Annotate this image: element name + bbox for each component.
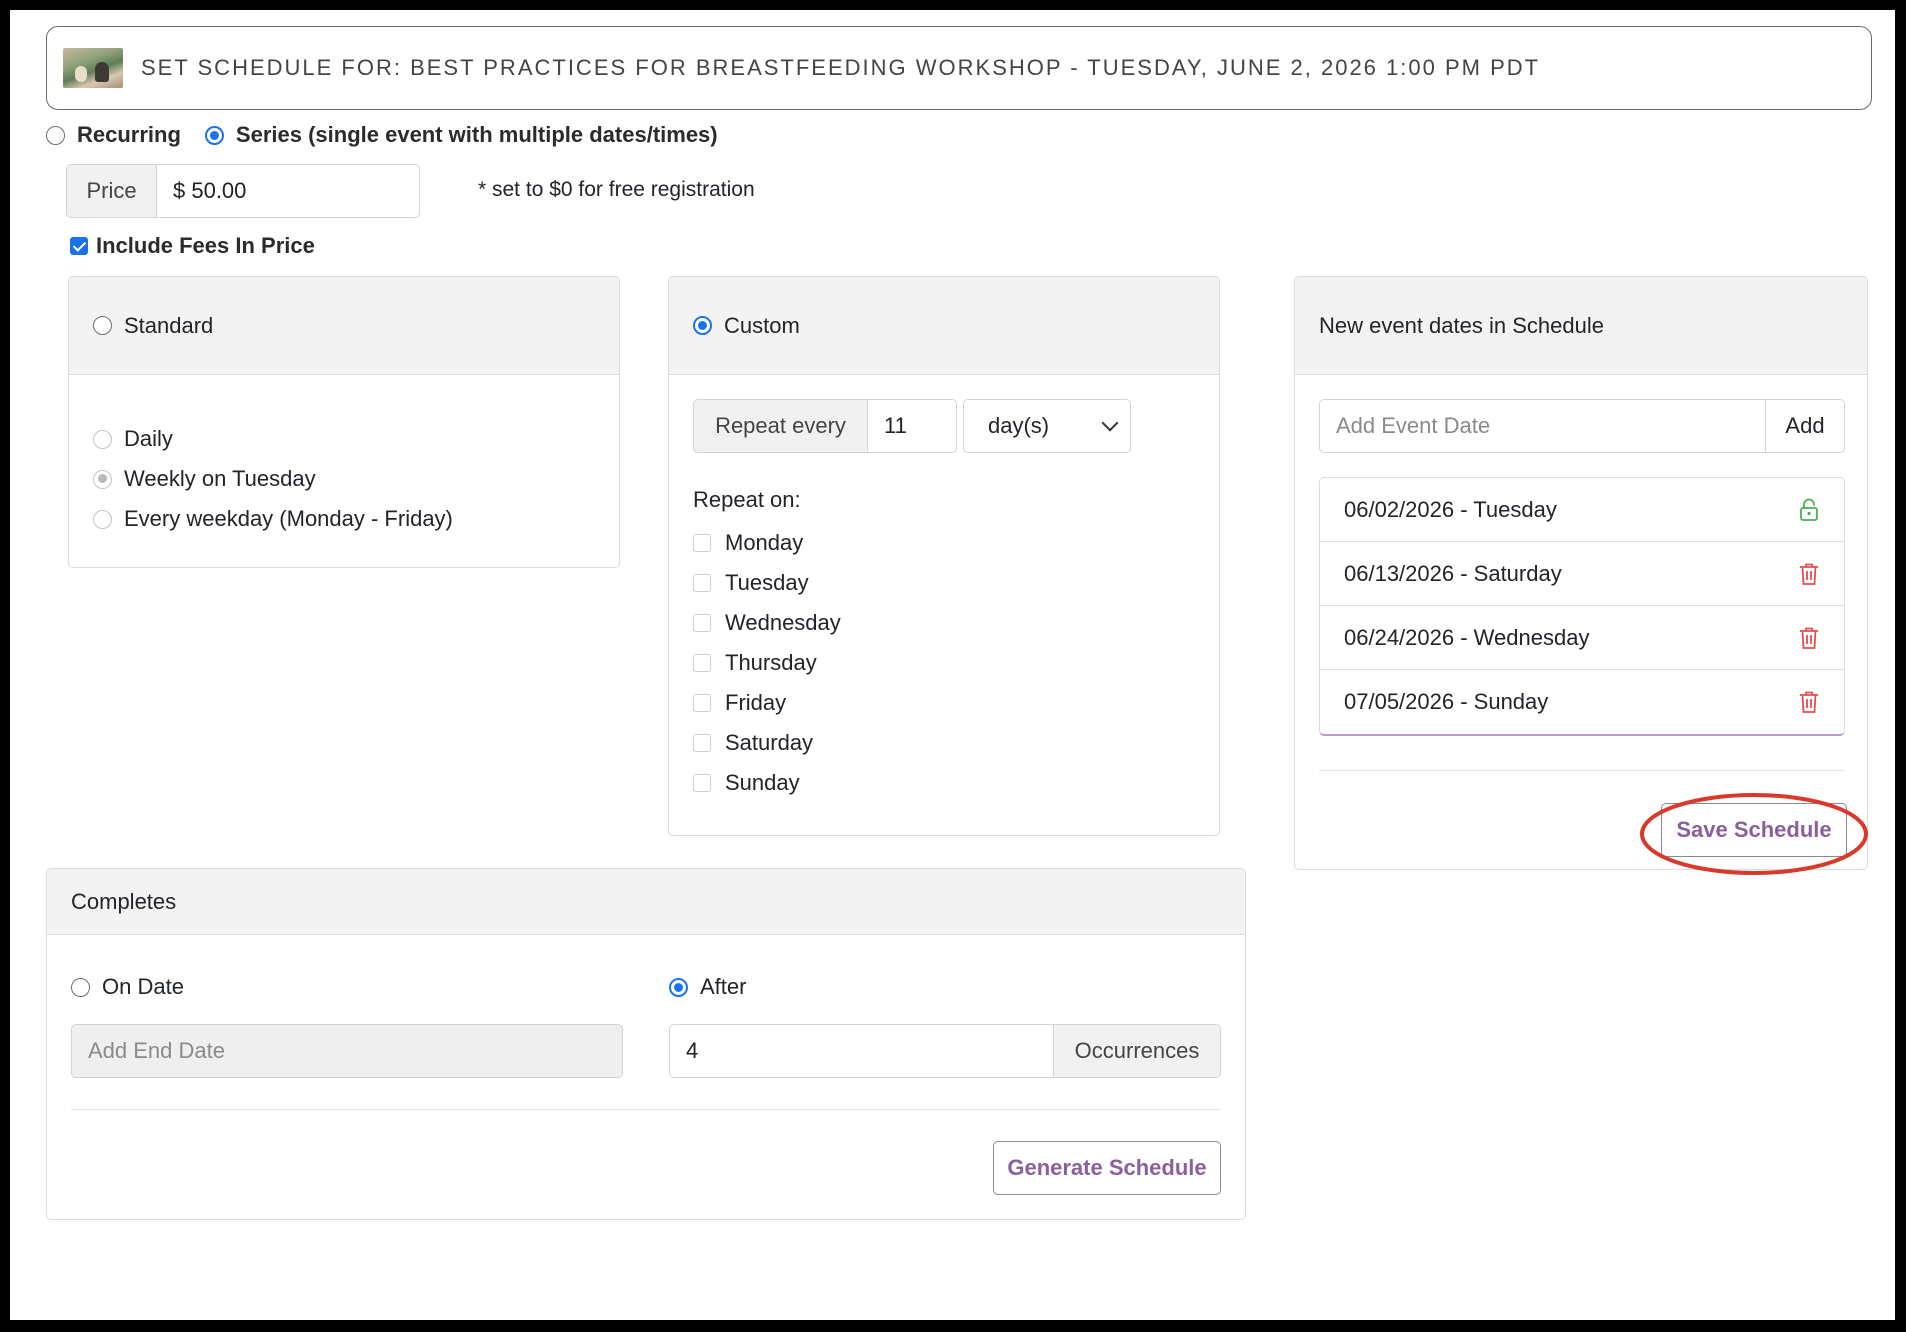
event-date-label: 07/05/2026 - Sunday — [1344, 689, 1549, 714]
chevron-down-icon — [1101, 414, 1119, 432]
price-note: * set to $0 for free registration — [478, 178, 755, 201]
completes-card: Completes On Date Add End Date After 4 O… — [46, 868, 1246, 1220]
schedule-type-group: Recurring Series (single event with mult… — [46, 122, 718, 148]
custom-card-header: Custom — [669, 277, 1219, 375]
standard-card-header: Standard — [69, 277, 619, 375]
day-checkbox[interactable] — [693, 534, 711, 552]
event-dates-header: New event dates in Schedule — [1295, 277, 1867, 375]
standard-option-label: Weekly on Tuesday — [124, 466, 316, 491]
on-date-label: On Date — [102, 974, 184, 999]
day-option-monday[interactable]: Monday — [693, 523, 841, 563]
day-label: Monday — [725, 530, 804, 555]
repeat-on-label: Repeat on: — [693, 487, 801, 512]
list-item: 06/02/2026 - Tuesday — [1320, 478, 1844, 542]
day-label: Sunday — [725, 770, 800, 795]
repeat-every-group: Repeat every 11 — [693, 399, 957, 453]
add-event-date-group: Add Event Date Add — [1319, 399, 1845, 453]
day-checkbox[interactable] — [693, 654, 711, 672]
occurrences-group: 4 Occurrences — [669, 1024, 1221, 1078]
day-label: Saturday — [725, 730, 814, 755]
event-dates-card: New event dates in Schedule Add Event Da… — [1294, 276, 1868, 870]
event-date-list: 06/02/2026 - Tuesday 06/13/2026 - Saturd… — [1319, 477, 1845, 736]
standard-option-weekly[interactable]: Weekly on Tuesday — [93, 459, 619, 499]
series-label: Series (single event with multiple dates… — [235, 122, 718, 147]
repeat-every-label: Repeat every — [694, 400, 868, 452]
day-checkbox[interactable] — [693, 574, 711, 592]
standard-option-label: Every weekday (Monday - Friday) — [124, 506, 453, 531]
daily-radio[interactable] — [93, 429, 112, 449]
day-option-saturday[interactable]: Saturday — [693, 723, 841, 763]
repeat-unit-select[interactable]: day(s) — [963, 399, 1131, 453]
series-radio[interactable] — [204, 125, 224, 145]
highlight-ellipse — [1640, 793, 1868, 875]
schedule-page: SET SCHEDULE FOR: BEST PRACTICES FOR BRE… — [10, 10, 1895, 1320]
repeat-every-input[interactable]: 11 — [868, 400, 956, 452]
include-fees-label: Include Fees In Price — [96, 233, 315, 258]
day-option-thursday[interactable]: Thursday — [693, 643, 841, 683]
day-option-friday[interactable]: Friday — [693, 683, 841, 723]
include-fees-checkbox[interactable] — [70, 237, 88, 255]
list-item: 07/05/2026 - Sunday — [1320, 670, 1844, 734]
day-label: Wednesday — [725, 610, 841, 635]
price-input[interactable]: $ 50.00 — [157, 165, 419, 217]
on-date-option[interactable]: On Date — [71, 974, 184, 1000]
generate-schedule-button[interactable]: Generate Schedule — [993, 1141, 1221, 1195]
end-date-input[interactable]: Add End Date — [71, 1024, 623, 1078]
after-radio[interactable] — [669, 977, 688, 997]
add-event-date-input[interactable]: Add Event Date — [1320, 400, 1766, 452]
standard-label: Standard — [124, 312, 214, 338]
schedule-header: SET SCHEDULE FOR: BEST PRACTICES FOR BRE… — [46, 26, 1872, 110]
event-thumbnail — [63, 48, 123, 88]
recurring-label: Recurring — [77, 122, 181, 147]
day-checkbox[interactable] — [693, 614, 711, 632]
standard-radio[interactable] — [93, 316, 112, 335]
after-label: After — [700, 974, 747, 999]
page-title: SET SCHEDULE FOR: BEST PRACTICES FOR BRE… — [141, 55, 1541, 80]
day-checkbox[interactable] — [693, 734, 711, 752]
standard-option-label: Daily — [124, 426, 173, 451]
event-date-label: 06/13/2026 - Saturday — [1344, 560, 1562, 586]
on-date-radio[interactable] — [71, 977, 90, 997]
event-date-label: 06/02/2026 - Tuesday — [1344, 496, 1557, 522]
day-option-tuesday[interactable]: Tuesday — [693, 563, 841, 603]
occurrences-label: Occurrences — [1054, 1025, 1220, 1077]
day-label: Thursday — [725, 650, 817, 675]
day-checkbox[interactable] — [693, 694, 711, 712]
price-input-group: Price $ 50.00 — [66, 164, 420, 218]
repeat-unit-value: day(s) — [988, 413, 1050, 438]
standard-option-weekday[interactable]: Every weekday (Monday - Friday) — [93, 499, 619, 539]
custom-label: Custom — [724, 312, 800, 338]
recurring-radio[interactable] — [46, 125, 65, 145]
day-label: Friday — [725, 690, 787, 715]
standard-options: Daily Weekly on Tuesday Every weekday (M… — [69, 375, 619, 539]
trash-icon[interactable] — [1798, 690, 1820, 714]
weekday-radio[interactable] — [93, 509, 112, 529]
completes-header: Completes — [47, 869, 1245, 935]
add-event-date-button[interactable]: Add — [1766, 400, 1844, 452]
weekly-radio[interactable] — [93, 469, 112, 489]
custom-radio[interactable] — [693, 316, 712, 335]
price-label: Price — [67, 165, 157, 217]
day-checkbox[interactable] — [693, 774, 711, 792]
day-option-wednesday[interactable]: Wednesday — [693, 603, 841, 643]
trash-icon[interactable] — [1798, 562, 1820, 586]
include-fees-row: Include Fees In Price — [70, 233, 315, 259]
standard-card: Standard Daily Weekly on Tuesday Every w… — [68, 276, 620, 568]
day-option-sunday[interactable]: Sunday — [693, 763, 841, 803]
list-item: 06/13/2026 - Saturday — [1320, 542, 1844, 606]
event-date-label: 06/24/2026 - Wednesday — [1344, 624, 1590, 650]
list-item: 06/24/2026 - Wednesday — [1320, 606, 1844, 670]
after-option[interactable]: After — [669, 974, 746, 1000]
lock-icon — [1800, 498, 1818, 521]
divider — [1319, 770, 1845, 771]
day-label: Tuesday — [725, 570, 809, 595]
divider — [71, 1109, 1221, 1110]
custom-card: Custom Repeat every 11 day(s) Repeat on:… — [668, 276, 1220, 836]
occurrences-input[interactable]: 4 — [670, 1025, 1054, 1077]
trash-icon[interactable] — [1798, 626, 1820, 650]
repeat-on-days: Monday Tuesday Wednesday Thursday Friday… — [693, 523, 841, 803]
standard-option-daily[interactable]: Daily — [93, 419, 619, 459]
